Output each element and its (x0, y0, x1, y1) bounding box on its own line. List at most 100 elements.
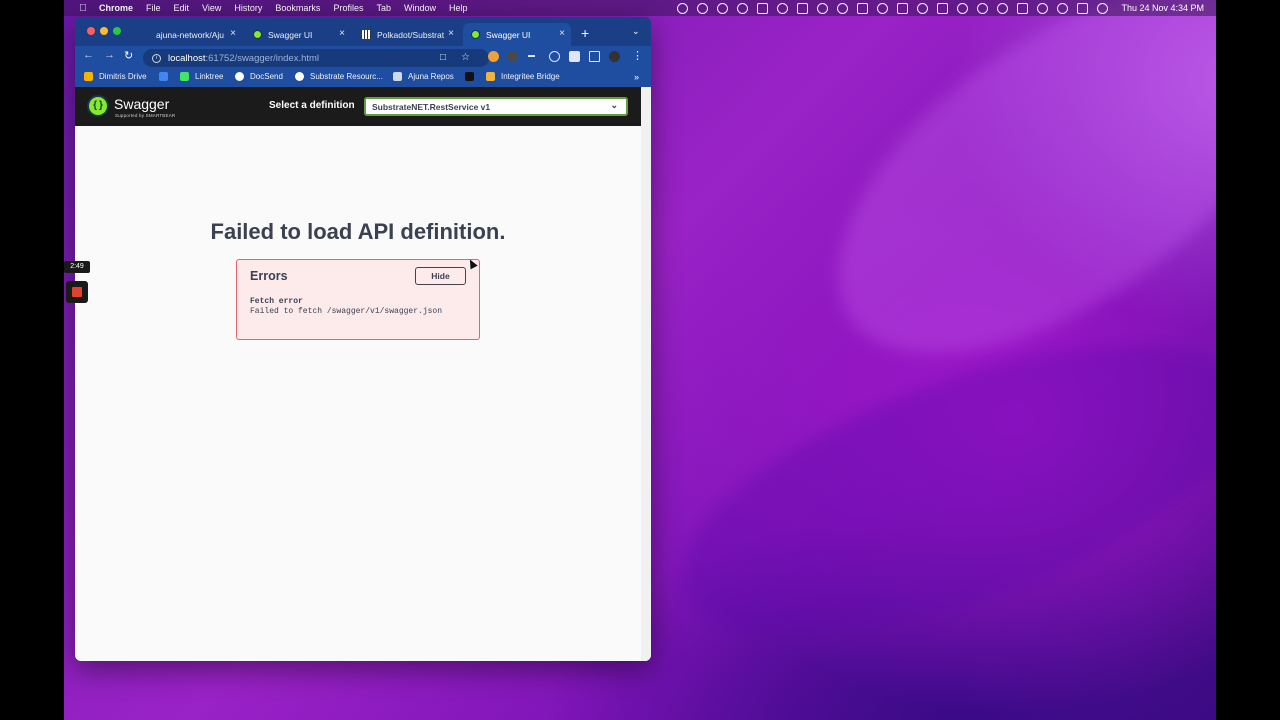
tab-ajuna-network[interactable]: ajuna-network/Aju × (148, 23, 242, 46)
tab-label: Swagger UI (268, 29, 313, 40)
zoom-window-button[interactable] (113, 27, 121, 35)
status-app-icon[interactable] (797, 2, 809, 14)
macos-menubar:  Chrome File Edit View History Bookmark… (64, 0, 1216, 16)
menu-app-name[interactable]: Chrome (99, 3, 133, 13)
forward-button[interactable]: → (104, 49, 115, 61)
bookmark-substrate-resources[interactable]: Substrate Resourc... (295, 72, 383, 81)
bookmark-dimitris-drive[interactable]: Dimitris Drive (84, 72, 147, 81)
scrollbar[interactable] (641, 87, 651, 661)
bookmark-label: DocSend (250, 72, 283, 81)
menu-edit[interactable]: Edit (174, 3, 190, 13)
bookmarks-bar: Dimitris Drive Linktree DocSend Substrat… (75, 69, 651, 87)
menu-file[interactable]: File (146, 3, 161, 13)
bookmark-ajuna-repos[interactable]: Ajuna Repos (393, 72, 454, 81)
hide-button[interactable]: Hide (415, 267, 466, 285)
definition-value: SubstrateNET.RestService v1 (372, 102, 491, 112)
bookmark-calendar[interactable] (159, 72, 174, 81)
new-tab-button[interactable]: + (581, 25, 589, 41)
menubar-status-area: Thu 24 Nov 4:34 PM (677, 0, 1204, 16)
errors-title: Errors (250, 269, 288, 283)
bluetooth-icon[interactable] (997, 2, 1009, 14)
bookmark-integritee-bridge[interactable]: Integritee Bridge (486, 72, 560, 81)
siri-icon[interactable] (1097, 2, 1109, 14)
back-button[interactable]: ← (83, 49, 94, 61)
menu-profiles[interactable]: Profiles (333, 3, 363, 13)
gear-icon[interactable] (717, 2, 729, 14)
status-app-icon[interactable] (737, 2, 749, 14)
chevron-down-icon: ⌄ (610, 100, 618, 110)
reload-button[interactable]: ↻ (124, 49, 133, 62)
url-host: localhost (168, 52, 206, 64)
url-path: :61752/swagger/index.html (205, 52, 320, 64)
linktree-icon (180, 72, 189, 81)
site-info-icon[interactable]: i (152, 53, 161, 63)
tab-swagger-ui-active[interactable]: Swagger UI × (463, 23, 571, 46)
tab-strip: ajuna-network/Aju × Swagger UI × Polkado… (75, 17, 651, 46)
close-icon[interactable]: × (230, 28, 236, 39)
browser-toolbar: ← → ↻ i localhost:61752/swagger/index.ht… (75, 46, 651, 69)
tab-swagger-ui[interactable]: Swagger UI × (245, 23, 351, 46)
battery-icon[interactable] (1017, 2, 1029, 14)
minimize-window-button[interactable] (100, 27, 108, 35)
bookmark-linktree[interactable]: Linktree (180, 72, 223, 81)
bookmark-star-icon[interactable]: ☆ (461, 52, 470, 63)
bookmark-docsend[interactable]: DocSend (235, 72, 283, 81)
record-icon[interactable] (957, 2, 969, 14)
more-menu-icon[interactable]: ⋮ (632, 49, 643, 62)
swagger-topbar: { } Swagger Supported by SMARTBEAR Selec… (75, 87, 641, 126)
volume-icon[interactable] (977, 2, 989, 14)
tab-label: ajuna-network/Aju (156, 29, 225, 40)
menubar-clock[interactable]: Thu 24 Nov 4:34 PM (1121, 3, 1204, 13)
notion-icon (465, 72, 474, 81)
menu-bookmarks[interactable]: Bookmarks (275, 3, 320, 13)
stop-recording-button[interactable] (66, 281, 88, 303)
bookmark-label: Linktree (195, 72, 224, 81)
error-heading: Fetch error (250, 297, 303, 306)
stop-icon (72, 287, 82, 297)
swagger-brand[interactable]: Swagger (114, 96, 169, 112)
bookmark-label: Substrate Resourc... (310, 72, 383, 81)
status-app-icon[interactable] (897, 2, 909, 14)
status-app-icon[interactable] (937, 2, 949, 14)
status-app-icon[interactable] (757, 2, 769, 14)
menu-view[interactable]: View (202, 3, 221, 13)
address-bar[interactable]: i localhost:61752/swagger/index.html □ ☆ (143, 49, 489, 67)
status-app-icon[interactable] (817, 2, 829, 14)
control-center-icon[interactable] (1077, 2, 1089, 14)
close-icon[interactable]: × (448, 28, 454, 39)
search-icon[interactable] (1057, 2, 1069, 14)
clock-icon[interactable] (549, 51, 560, 62)
close-icon[interactable]: × (559, 28, 565, 39)
menu-tab[interactable]: Tab (376, 3, 391, 13)
wifi-icon[interactable] (1037, 2, 1049, 14)
status-app-icon[interactable] (857, 2, 869, 14)
status-app-icon[interactable] (837, 2, 849, 14)
definition-select[interactable]: SubstrateNET.RestService v1 ⌄ (364, 97, 628, 116)
puzzle-icon[interactable] (569, 51, 580, 62)
extension-icon[interactable] (488, 51, 499, 62)
swagger-logo-icon[interactable]: { } (87, 95, 109, 117)
chevron-down-icon[interactable]: ⌄ (632, 26, 640, 37)
clock-icon[interactable] (777, 2, 789, 14)
extension-icon[interactable] (528, 55, 535, 57)
folder-icon (393, 72, 402, 81)
share-icon[interactable]: □ (440, 52, 446, 63)
apple-icon[interactable]:  (76, 3, 90, 14)
bridge-icon (486, 72, 495, 81)
menu-window[interactable]: Window (404, 3, 436, 13)
status-app-icon[interactable] (677, 2, 689, 14)
more-bookmarks-icon[interactable]: » (634, 72, 639, 82)
extension-icon[interactable] (507, 51, 518, 62)
status-app-icon[interactable] (877, 2, 889, 14)
moon-icon[interactable] (917, 2, 929, 14)
close-icon[interactable]: × (339, 28, 345, 39)
close-window-button[interactable] (87, 27, 95, 35)
menu-history[interactable]: History (234, 3, 262, 13)
bookmark-notion[interactable] (465, 72, 480, 81)
menu-help[interactable]: Help (449, 3, 468, 13)
status-app-icon[interactable] (697, 2, 709, 14)
side-panel-icon[interactable] (589, 51, 600, 62)
avatar[interactable] (609, 51, 620, 62)
swagger-brand-sub: Supported by SMARTBEAR (115, 113, 176, 118)
tab-polkadot[interactable]: Polkadot/Substrat × (354, 23, 460, 46)
